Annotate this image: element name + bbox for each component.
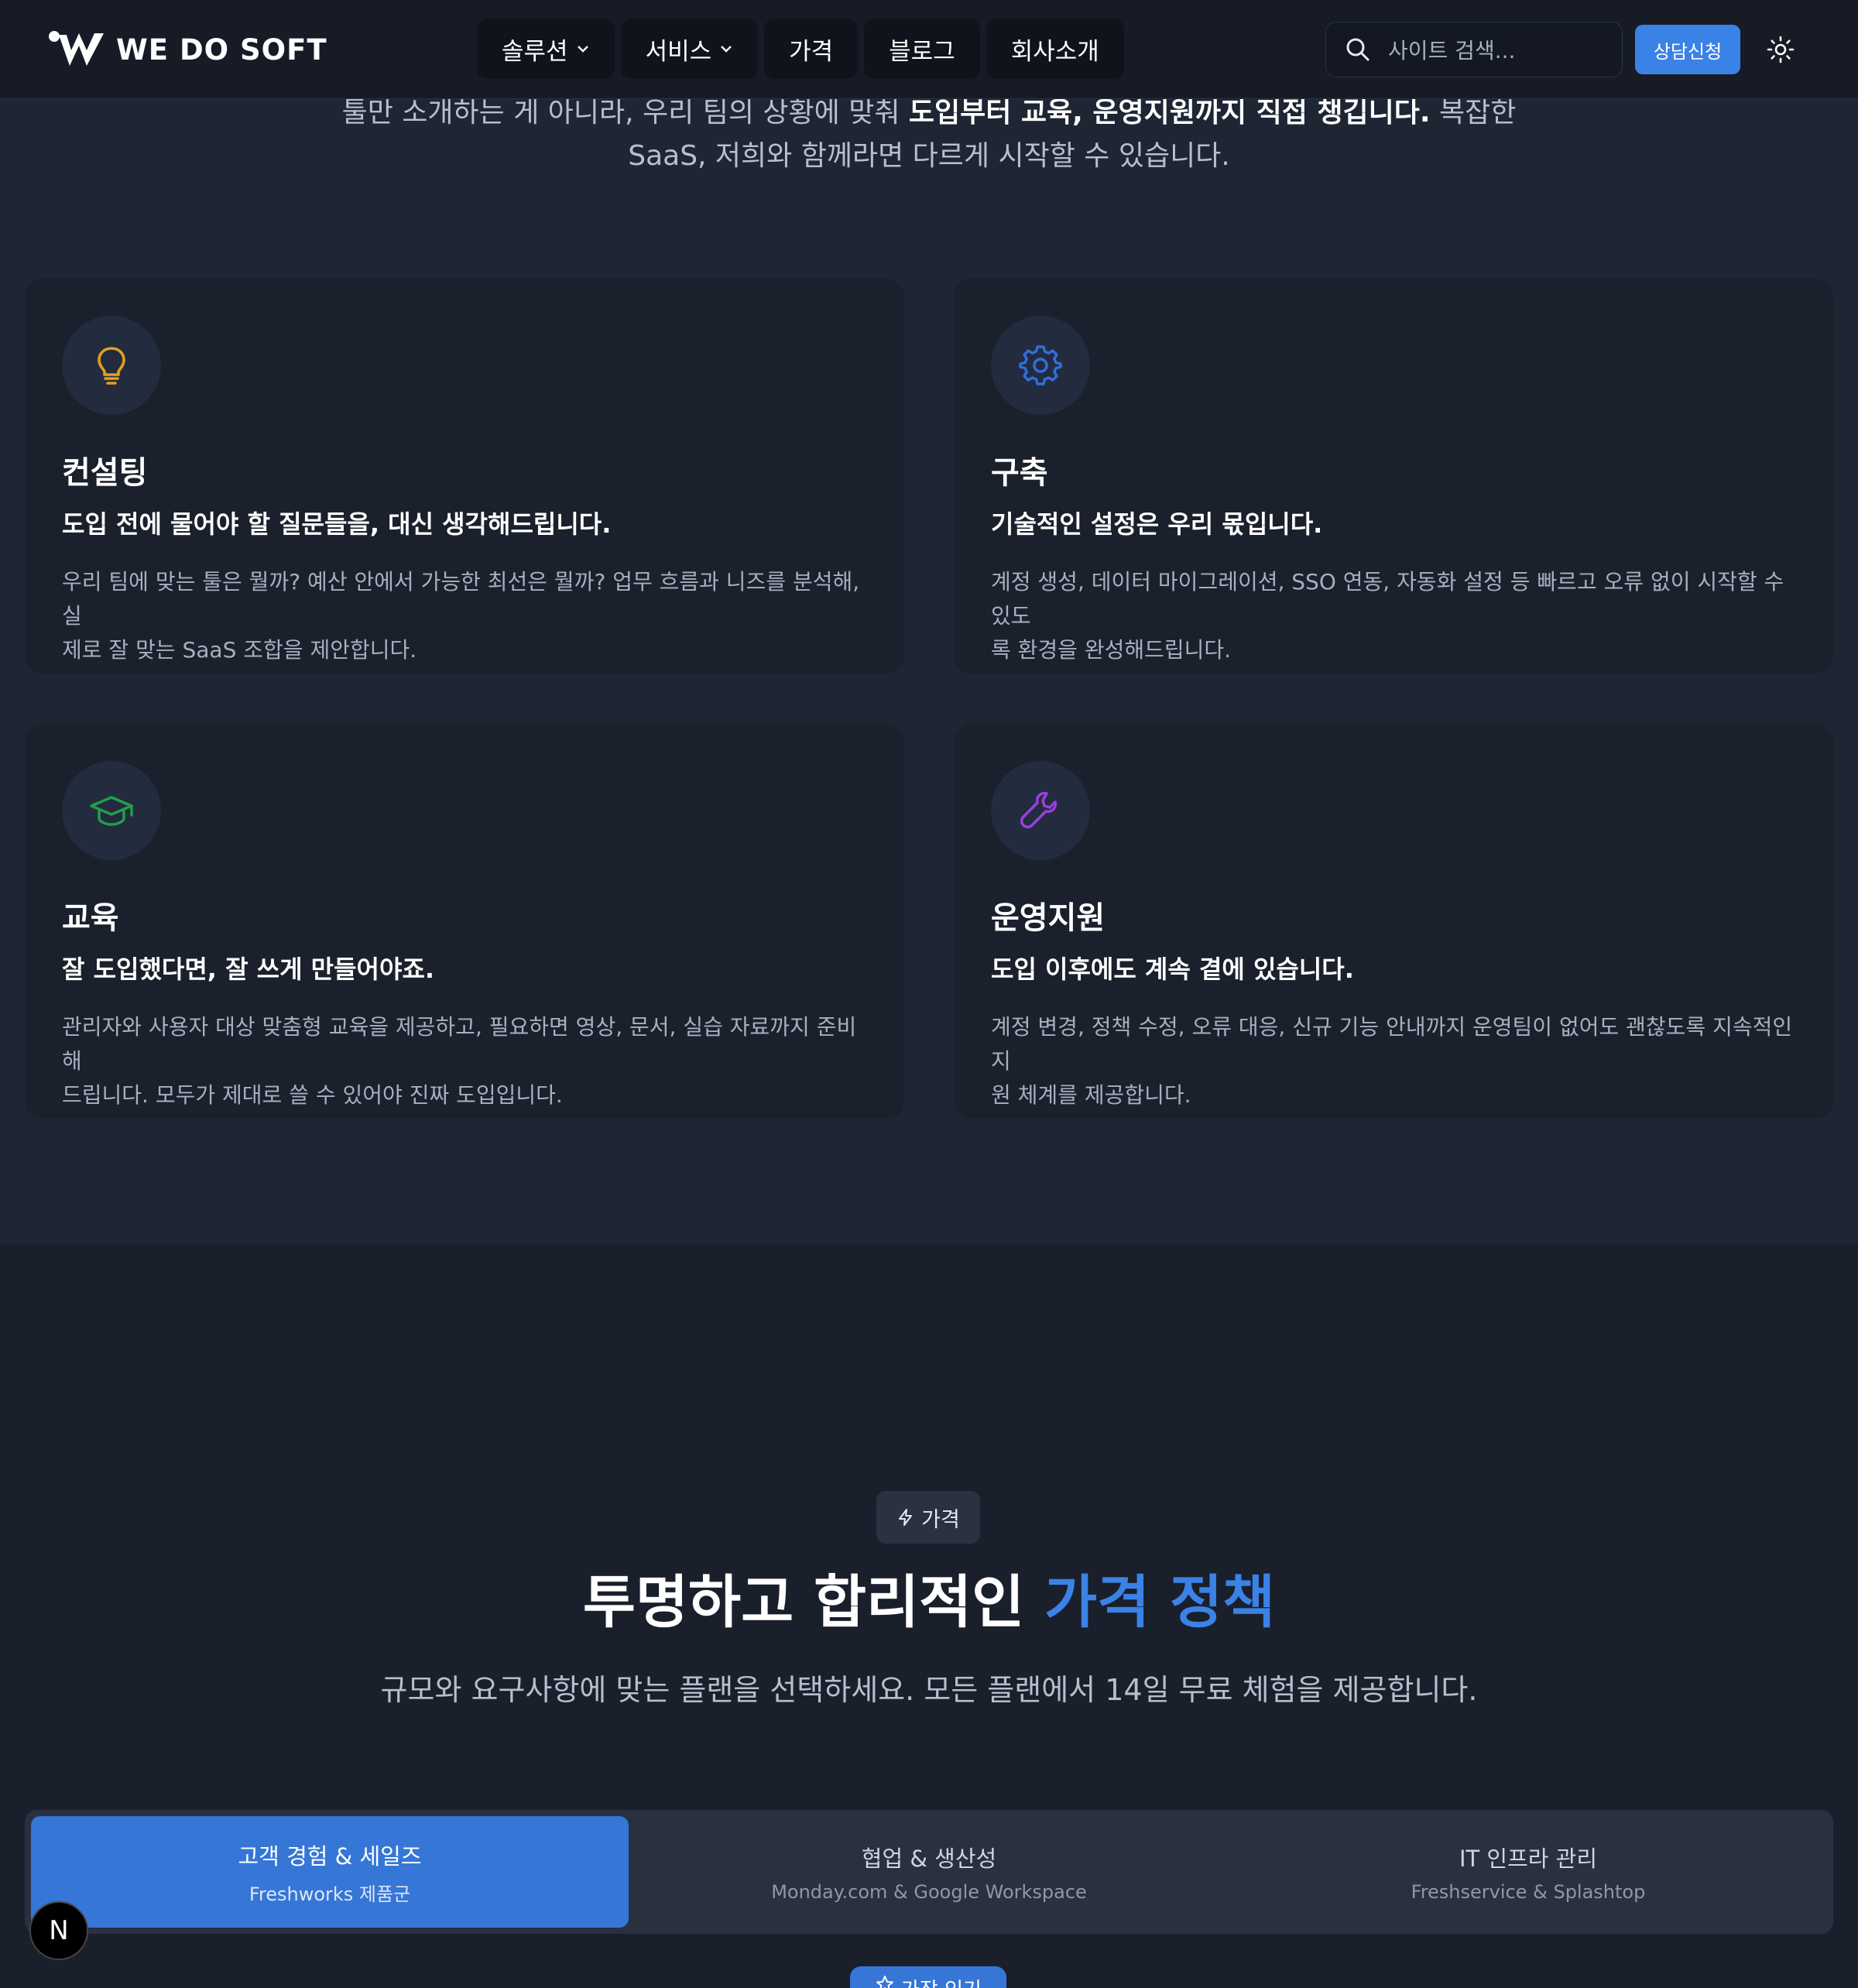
card-description: 우리 팀에 맞는 툴은 뭘까? 예산 안에서 가능한 최선은 뭘까? 업무 흐름… [62, 565, 867, 667]
popular-badge: 가장 인기 [850, 1966, 1006, 1988]
intro-line-2: SaaS, 저희와 함께라면 다르게 시작할 수 있습니다. [628, 140, 1230, 172]
wrench-icon [1020, 791, 1058, 828]
card-title: 구축 [991, 455, 1048, 491]
brand-name: WE DO SOFT [116, 33, 327, 67]
nav-item-solutions[interactable]: 솔루션 [477, 19, 615, 79]
nav-label: 솔루션 [502, 37, 568, 66]
tab-label: 고객 경험 & 세일즈 [238, 1842, 422, 1870]
card-title: 운영지원 [991, 900, 1106, 936]
nav-item-blog[interactable]: 블로그 [864, 19, 980, 79]
card-description: 관리자와 사용자 대상 맞춤형 교육을 제공하고, 필요하면 영상, 문서, 실… [62, 1010, 867, 1112]
chevron-down-icon [721, 46, 732, 53]
intro-text-part: 툴만 소개하는 게 아니라, 우리 팀의 상황에 맞춰 [341, 97, 909, 129]
icon-circle [991, 316, 1090, 415]
desc-line: 계정 변경, 정책 수정, 오류 대응, 신규 기능 안내까지 운영팀이 없어도… [991, 1014, 1793, 1074]
consultation-button[interactable]: 상담신청 [1635, 25, 1740, 74]
search-icon [1346, 38, 1370, 61]
tab-it-infra[interactable]: IT 인프라 관리 Freshservice & Splashtop [1229, 1816, 1827, 1928]
section-badge: 가격 [876, 1491, 980, 1544]
card-subtitle: 도입 이후에도 계속 곁에 있습니다. [991, 955, 1354, 984]
card-subtitle: 도입 전에 물어야 할 질문들을, 대신 생각해드립니다. [62, 509, 612, 539]
tab-sublabel: Monday.com & Google Workspace [771, 1881, 1087, 1903]
service-card-build: 구축 기술적인 설정은 우리 몫입니다. 계정 생성, 데이터 마이그레이션, … [954, 279, 1833, 674]
search-input[interactable]: 사이트 검색... [1325, 22, 1623, 77]
card-title: 교육 [62, 900, 119, 936]
desc-line: 관리자와 사용자 대상 맞춤형 교육을 제공하고, 필요하면 영상, 문서, 실… [62, 1014, 857, 1074]
badge-label: 가격 [921, 1507, 960, 1532]
title-accent: 가격 정책 [1044, 1569, 1276, 1636]
nav-item-pricing[interactable]: 가격 [764, 19, 859, 79]
floating-n-button[interactable]: N [29, 1901, 88, 1960]
title-plain: 투명하고 합리적인 [582, 1569, 1045, 1636]
pricing-category-tabs: 고객 경험 & 세일즈 Freshworks 제품군 협업 & 생산성 Mond… [25, 1810, 1833, 1934]
tab-label: 협업 & 생산성 [861, 1846, 997, 1872]
graduation-cap-icon [90, 796, 133, 826]
main-nav: 솔루션 서비스 가격 블로그 회사소개 [477, 19, 1124, 79]
card-subtitle: 잘 도입했다면, 잘 쓰게 만들어야죠. [62, 955, 435, 984]
icon-circle [62, 316, 161, 415]
desc-line: 록 환경을 완성해드립니다. [991, 637, 1232, 663]
lightning-icon [899, 1509, 913, 1526]
card-subtitle: 기술적인 설정은 우리 몫입니다. [991, 509, 1323, 539]
tab-label: IT 인프라 관리 [1459, 1846, 1598, 1872]
tab-collaboration[interactable]: 협업 & 생산성 Monday.com & Google Workspace [630, 1816, 1228, 1928]
desc-line: 원 체계를 제공합니다. [991, 1082, 1191, 1108]
desc-line: 우리 팀에 맞는 툴은 뭘까? 예산 안에서 가능한 최선은 뭘까? 업무 흐름… [62, 569, 860, 629]
logo-mark-icon [49, 31, 104, 66]
desc-line: 제로 잘 맞는 SaaS 조합을 제안합니다. [62, 637, 417, 663]
search-placeholder: 사이트 검색... [1388, 38, 1516, 63]
popular-label: 가장 인기 [901, 1974, 982, 1988]
card-description: 계정 생성, 데이터 마이그레이션, SSO 연동, 자동화 설정 등 빠르고 … [991, 565, 1796, 667]
nav-label: 가격 [789, 37, 834, 66]
desc-line: 드립니다. 모두가 제대로 쓸 수 있어야 진짜 도입입니다. [62, 1082, 563, 1108]
gear-icon [1019, 345, 1062, 386]
lightbulb-icon [98, 347, 125, 385]
site-header: WE DO SOFT 솔루션 서비스 가격 블로그 회사소개 사이트 검색...… [0, 0, 1858, 99]
nav-label: 회사소개 [1010, 37, 1099, 66]
nav-label: 서비스 [645, 37, 712, 66]
nav-label: 블로그 [889, 37, 955, 66]
pricing-subtitle: 규모와 요구사항에 맞는 플랜을 선택하세요. 모든 플랜에서 14일 무료 체… [380, 1673, 1478, 1707]
tab-customer-experience[interactable]: 고객 경험 & 세일즈 Freshworks 제품군 [31, 1816, 629, 1928]
chevron-down-icon [577, 46, 588, 53]
icon-circle [62, 761, 161, 860]
intro-text: 툴만 소개하는 게 아니라, 우리 팀의 상황에 맞춰 도입부터 교육, 운영지… [232, 91, 1626, 178]
service-card-education: 교육 잘 도입했다면, 잘 쓰게 만들어야죠. 관리자와 사용자 대상 맞춤형 … [25, 724, 904, 1119]
icon-circle [991, 761, 1090, 860]
intro-bold-text: 도입부터 교육, 운영지원까지 직접 챙깁니다. [908, 97, 1431, 129]
star-icon [876, 1976, 894, 1988]
pricing-title: 투명하고 합리적인 가격 정책 [0, 1556, 1858, 1639]
nav-item-services[interactable]: 서비스 [620, 19, 759, 79]
intro-text-part: 복잡한 [1430, 97, 1517, 129]
desc-line: 계정 생성, 데이터 마이그레이션, SSO 연동, 자동화 설정 등 빠르고 … [991, 569, 1784, 629]
tab-sublabel: Freshservice & Splashtop [1411, 1881, 1646, 1903]
sun-icon[interactable] [1765, 34, 1796, 65]
nav-item-about[interactable]: 회사소개 [986, 19, 1124, 79]
card-description: 계정 변경, 정책 수정, 오류 대응, 신규 기능 안내까지 운영팀이 없어도… [991, 1010, 1796, 1112]
card-title: 컨설팅 [62, 455, 148, 491]
brand-logo[interactable]: WE DO SOFT [48, 29, 327, 70]
service-card-consulting: 컨설팅 도입 전에 물어야 할 질문들을, 대신 생각해드립니다. 우리 팀에 … [25, 279, 904, 674]
service-card-operations: 운영지원 도입 이후에도 계속 곁에 있습니다. 계정 변경, 정책 수정, 오… [954, 724, 1833, 1119]
tab-sublabel: Freshworks 제품군 [249, 1883, 411, 1905]
